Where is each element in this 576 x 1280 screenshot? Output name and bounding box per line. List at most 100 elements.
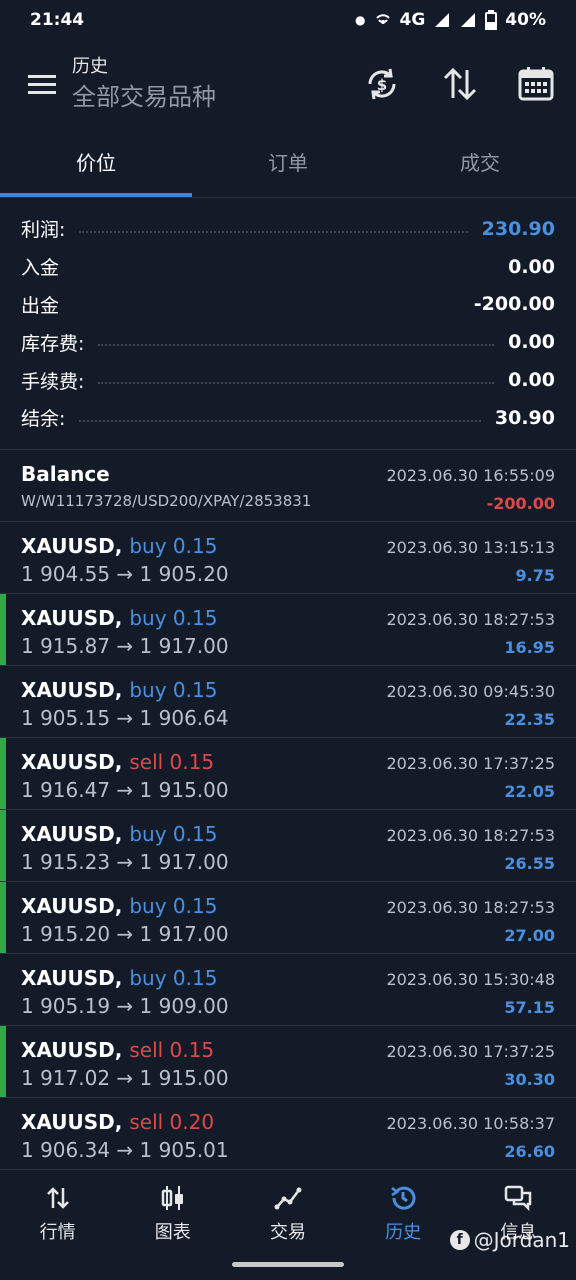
watermark: f @Jordan1 xyxy=(449,1228,570,1252)
sort-button[interactable] xyxy=(440,64,480,104)
arrow-right-icon: → xyxy=(116,850,134,874)
summary-value: 230.90 xyxy=(481,217,555,240)
open-price: 1 905.19 xyxy=(21,994,111,1018)
arrow-right-icon: → xyxy=(116,1066,134,1090)
calendar-icon xyxy=(518,67,554,101)
close-price: 1 915.00 xyxy=(139,1066,229,1090)
trade-symbol: XAUUSD, xyxy=(21,678,123,702)
summary-label: 手续费: xyxy=(21,370,85,393)
open-price: 1 904.55 xyxy=(21,562,111,586)
trade-profit: 9.75 xyxy=(515,566,555,585)
trade-prices: 1 915.23 → 1 917.00 xyxy=(21,850,229,874)
trade-row[interactable]: XAUUSD, sell 0.15 1 917.02 → 1 915.00 2023… xyxy=(0,1026,576,1098)
summary-label: 入金 xyxy=(21,257,60,280)
summary-row-commission: 手续费: 0.00 xyxy=(0,361,576,399)
trade-symbol: XAUUSD, xyxy=(21,1110,123,1134)
trade-symbol: XAUUSD, xyxy=(21,822,123,846)
chart-icon xyxy=(161,1186,183,1210)
trade-row[interactable]: XAUUSD, buy 0.15 1 915.87 → 1 917.00 2023.… xyxy=(0,594,576,666)
trade-side: buy 0.15 xyxy=(129,534,218,558)
summary-label: 结余: xyxy=(21,408,66,431)
trade-symbol: XAUUSD, xyxy=(21,534,123,558)
summary-row-balance: 结余: 30.90 xyxy=(0,399,576,437)
summary-row-profit: 利润: 230.90 xyxy=(0,210,576,248)
facebook-icon: f xyxy=(449,1230,470,1250)
summary-row-swap: 库存费: 0.00 xyxy=(0,323,576,361)
tab-deals[interactable]: 成交 xyxy=(384,132,576,197)
trade-time: 2023.06.30 18:27:53 xyxy=(386,826,555,845)
history-icon xyxy=(391,1186,416,1210)
trade-row[interactable]: XAUUSD, buy 0.15 1 905.15 → 1 906.64 2023.… xyxy=(0,666,576,738)
open-price: 1 915.87 xyxy=(21,634,111,658)
trade-row[interactable]: XAUUSD, buy 0.15 1 915.20 → 1 917.00 2023.… xyxy=(0,882,576,954)
calendar-button[interactable] xyxy=(516,64,556,104)
trade-title: XAUUSD, buy 0.15 xyxy=(21,822,217,846)
trade-row[interactable]: XAUUSD, buy 0.15 1 904.55 → 1 905.20 2023.… xyxy=(0,522,576,594)
highlight-stripe xyxy=(0,594,6,665)
trade-time: 2023.06.30 10:58:37 xyxy=(386,1114,555,1133)
trade-time: 2023.06.30 13:15:13 xyxy=(386,538,555,557)
close-price: 1 906.64 xyxy=(139,706,229,730)
summary-label: 利润: xyxy=(21,219,66,242)
highlight-stripe xyxy=(0,1026,6,1097)
hamburger-icon xyxy=(28,75,56,94)
trade-side: sell 0.20 xyxy=(129,1110,215,1134)
nav-quotes[interactable]: 行情 xyxy=(0,1170,115,1256)
nav-label: 历史 xyxy=(385,1222,422,1243)
trade-prices: 1 917.02 → 1 915.00 xyxy=(21,1066,229,1090)
dotted-leader xyxy=(79,230,468,233)
trade-time: 2023.06.30 17:37:25 xyxy=(386,754,555,773)
trade-profit: 26.55 xyxy=(504,854,555,873)
close-price: 1 905.20 xyxy=(139,562,229,586)
trade-row[interactable]: XAUUSD, buy 0.15 1 915.23 → 1 917.00 2023.… xyxy=(0,810,576,882)
arrow-right-icon: → xyxy=(116,1138,134,1162)
trade-symbol: XAUUSD, xyxy=(21,606,123,630)
status-icons: ● 4G 40% xyxy=(355,10,546,30)
currency-exchange-icon: $ xyxy=(368,68,396,100)
dotted-leader xyxy=(98,382,495,385)
summary-panel: 利润: 230.90 入金 0.00 出金 -200.00 库存费: 0.00 … xyxy=(0,210,576,437)
open-price: 1 916.47 xyxy=(21,778,111,802)
close-price: 1 905.01 xyxy=(139,1138,229,1162)
close-price: 1 917.00 xyxy=(139,922,229,946)
app-bar: 历史 全部交易品种 $ xyxy=(0,40,576,132)
arrow-right-icon: → xyxy=(116,922,134,946)
nav-chart[interactable]: 图表 xyxy=(115,1170,230,1256)
sort-icon xyxy=(443,67,477,101)
tab-orders[interactable]: 订单 xyxy=(192,132,384,197)
trade-prices: 1 906.34 → 1 905.01 xyxy=(21,1138,229,1162)
status-bar: 21:44 ● 4G 40% xyxy=(0,0,576,40)
trade-row[interactable]: XAUUSD, sell 0.15 1 916.47 → 1 915.00 2023… xyxy=(0,738,576,810)
hotspot-icon xyxy=(374,11,392,29)
summary-value: -200.00 xyxy=(473,293,555,316)
tab-positions[interactable]: 价位 xyxy=(0,132,192,197)
summary-value: 30.90 xyxy=(494,406,555,429)
menu-button[interactable] xyxy=(24,66,60,102)
trade-row[interactable]: XAUUSD, buy 0.15 1 905.19 → 1 909.00 2023.… xyxy=(0,954,576,1026)
close-price: 1 909.00 xyxy=(139,994,229,1018)
title-block[interactable]: 历史 全部交易品种 xyxy=(72,54,216,114)
notification-dot-icon: ● xyxy=(355,13,366,27)
trade-time: 2023.06.30 09:45:30 xyxy=(386,682,555,701)
nav-trade[interactable]: 交易 xyxy=(230,1170,345,1256)
arrow-right-icon: → xyxy=(116,634,134,658)
balance-entry[interactable]: Balance W/W11173728/USD200/XPAY/2853831 … xyxy=(0,450,576,522)
battery-icon xyxy=(485,10,498,30)
trade-prices: 1 904.55 → 1 905.20 xyxy=(21,562,229,586)
trade-symbol: XAUUSD, xyxy=(21,966,123,990)
trade-title: XAUUSD, buy 0.15 xyxy=(21,606,217,630)
summary-row-withdrawal: 出金 -200.00 xyxy=(0,286,576,324)
home-indicator[interactable] xyxy=(232,1262,344,1267)
open-price: 1 917.02 xyxy=(21,1066,111,1090)
nav-history[interactable]: 历史 xyxy=(346,1170,461,1256)
open-price: 1 915.23 xyxy=(21,850,111,874)
dotted-leader xyxy=(98,344,495,347)
entry-time: 2023.06.30 16:55:09 xyxy=(386,466,555,485)
quotes-icon xyxy=(46,1187,69,1209)
trade-rows: XAUUSD, buy 0.15 1 904.55 → 1 905.20 2023.… xyxy=(0,522,576,1170)
currency-exchange-button[interactable]: $ xyxy=(362,64,402,104)
trade-row[interactable]: XAUUSD, sell 0.20 1 906.34 → 1 905.01 2023… xyxy=(0,1098,576,1170)
signal-icon xyxy=(433,11,451,29)
trade-title: XAUUSD, buy 0.15 xyxy=(21,534,217,558)
